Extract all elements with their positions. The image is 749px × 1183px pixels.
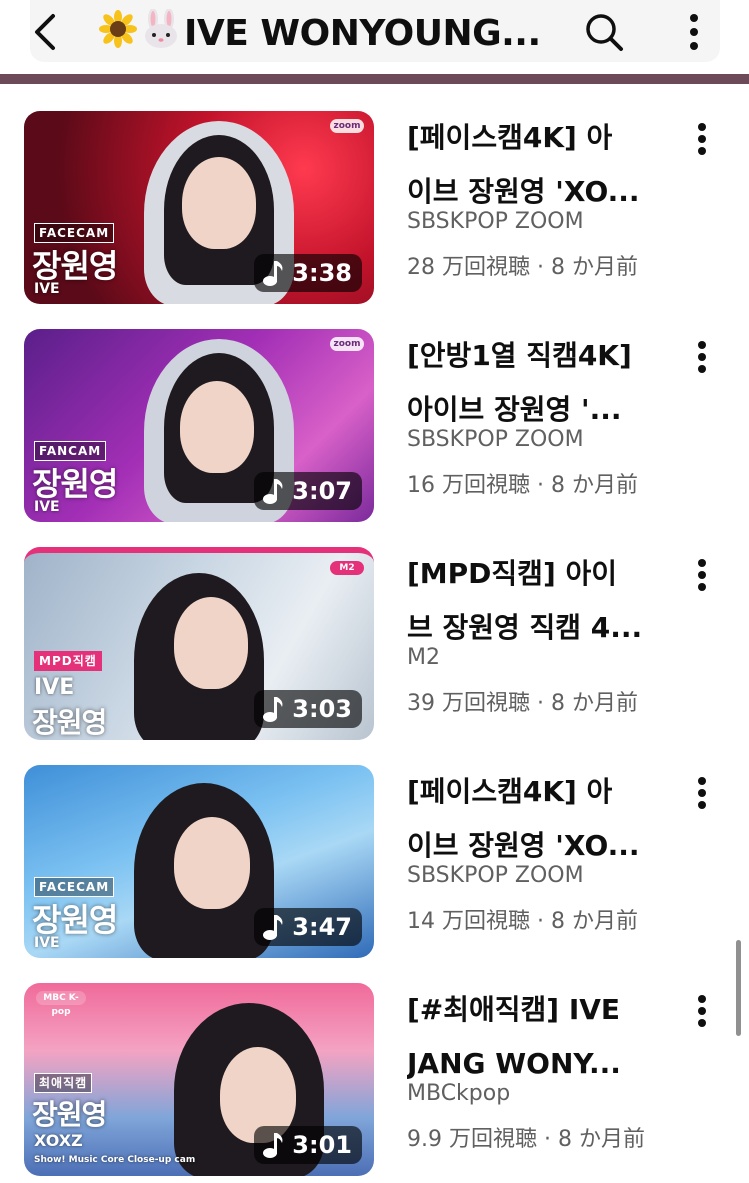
- video-menu-button[interactable]: [686, 987, 718, 1035]
- more-vertical-icon: [698, 559, 706, 591]
- music-note-icon: [263, 697, 283, 722]
- duration-badge: 3:07: [254, 472, 362, 510]
- video-menu-button[interactable]: [686, 769, 718, 817]
- video-item[interactable]: FACECAM 장원영 IVE 3:47 [페이스캠4K] 아 이브 장원영 '…: [0, 765, 749, 965]
- channel-name[interactable]: SBSKPOP ZOOM: [407, 427, 584, 452]
- video-title[interactable]: [MPD직캠] 아이 브 장원영 직캠 4...: [407, 547, 657, 655]
- page-title-text: IVE WONYOUNG...: [184, 13, 541, 54]
- search-button[interactable]: [582, 8, 626, 56]
- music-note-icon: [263, 915, 283, 940]
- channel-name[interactable]: SBSKPOP ZOOM: [407, 209, 584, 234]
- video-title-line1: [MPD직캠] 아이: [407, 557, 618, 590]
- scrollbar-thumb[interactable]: [736, 940, 741, 1036]
- more-vertical-icon: [698, 995, 706, 1027]
- thumbnail-tag: FACECAM: [34, 877, 115, 897]
- video-title-line1: [페이스캠4K] 아: [407, 775, 613, 808]
- thumbnail-subtitle: IVE: [34, 675, 75, 700]
- duration-text: 3:03: [292, 695, 352, 723]
- top-app-bar: IVE WONYOUNG...: [0, 0, 749, 84]
- video-thumbnail[interactable]: zoom FACECAM 장원영 IVE 3:38: [24, 111, 374, 304]
- duration-badge: 3:38: [254, 254, 362, 292]
- channel-watermark: M2: [330, 561, 364, 575]
- back-button[interactable]: [24, 8, 68, 56]
- music-note-icon: [263, 1133, 283, 1158]
- thumbnail-name: 장원영: [32, 706, 107, 739]
- search-icon: [586, 14, 623, 51]
- channel-name[interactable]: SBSKPOP ZOOM: [407, 863, 584, 888]
- video-meta: 9.9 万回視聴 · 8 か月前: [407, 1127, 645, 1152]
- duration-text: 3:01: [292, 1131, 352, 1159]
- video-menu-button[interactable]: [686, 551, 718, 599]
- rabbit-emoji: [140, 9, 182, 55]
- video-title-line2: 브 장원영 직캠 4...: [407, 611, 643, 644]
- thumbnail-subtitle: XOXZ: [34, 1131, 83, 1150]
- channel-name[interactable]: MBCkpop: [407, 1081, 510, 1106]
- more-vertical-icon: [698, 777, 706, 809]
- video-meta: 14 万回視聴 · 8 か月前: [407, 909, 638, 934]
- video-title[interactable]: [페이스캠4K] 아 이브 장원영 'XO...: [407, 765, 657, 873]
- video-item[interactable]: zoom FANCAM 장원영 IVE 3:07 [안방1열 직캠4K] 아이브…: [0, 329, 749, 529]
- video-thumbnail[interactable]: zoom FANCAM 장원영 IVE 3:07: [24, 329, 374, 522]
- channel-name[interactable]: M2: [407, 645, 440, 670]
- more-vertical-icon: [698, 341, 706, 373]
- channel-watermark: zoom: [330, 119, 364, 133]
- duration-badge: 3:01: [254, 1126, 362, 1164]
- duration-text: 3:07: [292, 477, 352, 505]
- thumbnail-tag: MPD직캠: [34, 651, 102, 671]
- thumbnail-footer: Show! Music Core Close-up cam: [34, 1155, 196, 1165]
- video-meta: 39 万回視聴 · 8 か月前: [407, 691, 638, 716]
- thumbnail-name: 장원영: [32, 1098, 107, 1131]
- duration-badge: 3:47: [254, 908, 362, 946]
- video-item[interactable]: zoom FACECAM 장원영 IVE 3:38 [페이스캠4K] 아 이브 …: [0, 111, 749, 311]
- video-title-line1: [#최애직캠] IVE: [407, 993, 621, 1026]
- video-title[interactable]: [안방1열 직캠4K] 아이브 장원영 '...: [407, 329, 657, 437]
- channel-watermark: zoom: [330, 337, 364, 351]
- channel-watermark: MBC K-pop: [36, 991, 86, 1017]
- video-item[interactable]: MBC K-pop 최애직캠 장원영 XOXZ Show! Music Core…: [0, 983, 749, 1183]
- duration-text: 3:47: [292, 913, 352, 941]
- more-options-button[interactable]: [672, 8, 716, 56]
- video-title-line1: [안방1열 직캠4K]: [407, 339, 632, 372]
- back-arrow-icon: [35, 14, 55, 50]
- video-meta: 28 万回視聴 · 8 か月前: [407, 255, 638, 280]
- video-thumbnail[interactable]: M2 MPD직캠 IVE 장원영 3:03: [24, 547, 374, 740]
- thumbnail-tag: 최애직캠: [34, 1073, 93, 1093]
- video-thumbnail[interactable]: FACECAM 장원영 IVE 3:47: [24, 765, 374, 958]
- more-vertical-icon: [698, 123, 706, 155]
- duration-badge: 3:03: [254, 690, 362, 728]
- video-title[interactable]: [#최애직캠] IVE JANG WONY...: [407, 983, 657, 1091]
- video-item[interactable]: M2 MPD직캠 IVE 장원영 3:03 [MPD직캠] 아이 브 장원영 직…: [0, 547, 749, 747]
- video-meta: 16 万回視聴 · 8 か月前: [407, 473, 638, 498]
- video-thumbnail[interactable]: MBC K-pop 최애직캠 장원영 XOXZ Show! Music Core…: [24, 983, 374, 1176]
- more-vertical-icon: [690, 14, 698, 50]
- thumbnail-subtitle: IVE: [34, 499, 60, 515]
- page-title: IVE WONYOUNG...: [98, 9, 558, 55]
- video-menu-button[interactable]: [686, 115, 718, 163]
- music-note-icon: [263, 261, 283, 286]
- duration-text: 3:38: [292, 259, 352, 287]
- thumbnail-subtitle: IVE: [34, 935, 60, 951]
- video-title-line1: [페이스캠4K] 아: [407, 121, 613, 154]
- thumbnail-subtitle: IVE: [34, 281, 60, 297]
- music-note-icon: [263, 479, 283, 504]
- video-menu-button[interactable]: [686, 333, 718, 381]
- sunflower-emoji: [98, 9, 138, 55]
- thumbnail-tag: FANCAM: [34, 441, 107, 461]
- video-title[interactable]: [페이스캠4K] 아 이브 장원영 'XO...: [407, 111, 657, 219]
- thumbnail-tag: FACECAM: [34, 223, 115, 243]
